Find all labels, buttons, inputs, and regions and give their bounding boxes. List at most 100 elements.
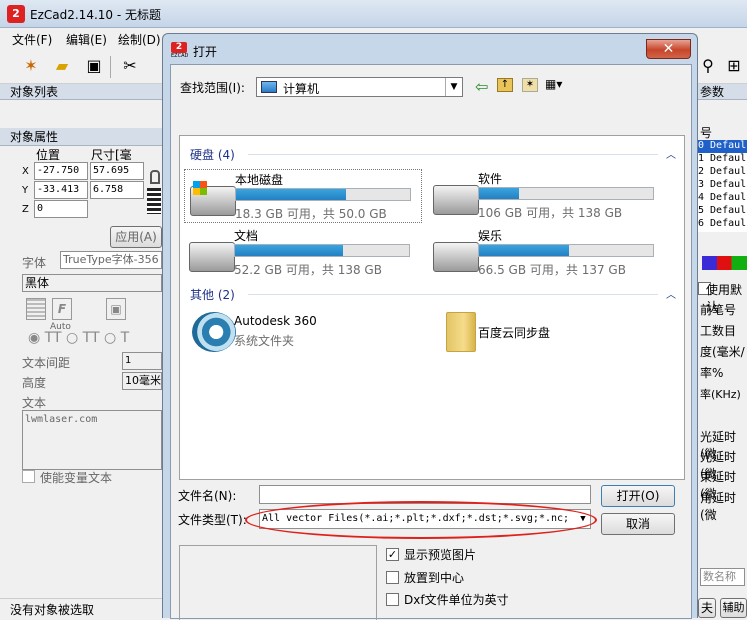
font-settings-icon[interactable]: F	[52, 298, 72, 320]
look-in-combo[interactable]: 计算机 ▼	[256, 77, 463, 97]
right-label-4: 率%	[700, 366, 724, 380]
drive-item[interactable]: 本地磁盘 18.3 GB 可用，共 50.0 GB	[184, 169, 422, 223]
open-button[interactable]: 打开(O)	[601, 485, 675, 507]
pen-row[interactable]: 0 Defaul	[698, 140, 747, 153]
x-pos-field[interactable]: -27.750	[34, 162, 88, 180]
app-title: EzCad2.14.10 - 无标题	[30, 8, 161, 22]
preview-pane	[179, 545, 377, 620]
dxf-inch-checkbox[interactable]	[386, 593, 399, 606]
object-list[interactable]	[0, 100, 162, 120]
computer-icon	[261, 81, 277, 93]
other-group-header[interactable]: 其他 (2)	[190, 286, 235, 303]
dialog-title: 打开	[193, 45, 218, 59]
text-orientation-radio[interactable]: ◉ TT ○ TT ○ T	[28, 330, 158, 348]
grid-icon[interactable]	[147, 188, 161, 214]
drive-name: 本地磁盘	[235, 173, 284, 187]
drive-usage-bar	[478, 187, 654, 200]
open-folder-icon[interactable]: ▰	[50, 54, 74, 78]
spacing-field[interactable]: 1	[122, 352, 162, 370]
pen-list[interactable]: 0 Defaul 1 Defaul 2 Defaul 3 Defaul 4 De…	[698, 140, 747, 232]
back-icon[interactable]: ⇦	[475, 77, 488, 96]
var-text-checkbox[interactable]	[22, 470, 35, 483]
zoom-icon[interactable]: ⚲	[696, 54, 720, 78]
drive-usage-fill	[479, 188, 520, 199]
center-checkbox[interactable]	[386, 571, 399, 584]
center-label: 放置到中心	[404, 571, 465, 585]
other-name: 百度云同步盘	[478, 326, 551, 340]
open-dialog: 2 EZCAD 打开 ✕ 查找范围(I): 计算机 ▼ ⇦ ↑ ✶ ▦▾ 硬盘 …	[162, 33, 698, 620]
other-item[interactable]: 百度云同步盘	[428, 308, 666, 356]
y-size-field[interactable]: 6.758	[90, 181, 144, 199]
apply-button[interactable]: 应用(A)	[110, 226, 162, 248]
right-label-2: 工数目	[700, 324, 737, 338]
file-browser[interactable]: 硬盘 (4) ︿ 本地磁盘 18.3 GB 可用，共 50.0 GB 软件 10…	[179, 135, 685, 480]
pen-row[interactable]: 6 Defaul	[698, 218, 747, 231]
other-sub: 系统文件夹	[234, 334, 295, 348]
other-name: Autodesk 360	[234, 314, 317, 328]
pen-row[interactable]: 1 Defaul	[698, 153, 747, 166]
other-item[interactable]: Autodesk 360 系统文件夹	[184, 308, 422, 356]
text-label: 文本	[22, 396, 47, 410]
pen-row[interactable]: 3 Defaul	[698, 179, 747, 192]
param-header: 参数	[698, 84, 747, 100]
pos-label: 位置	[36, 148, 61, 162]
text-save-icon[interactable]: ▣	[106, 298, 126, 320]
drive-item[interactable]: 软件 106 GB 可用，共 138 GB	[428, 169, 666, 223]
filetype-label: 文件类型(T):	[178, 513, 247, 527]
x-label: X	[22, 166, 29, 177]
drive-name: 软件	[478, 172, 503, 186]
drive-usage-fill	[236, 189, 347, 200]
hard-drive-icon	[433, 242, 479, 272]
look-in-dropdown-arrow-icon[interactable]: ▼	[445, 78, 462, 96]
assist-button[interactable]: 辅助	[720, 598, 747, 618]
save-icon[interactable]: ▣	[82, 54, 106, 78]
pen-row[interactable]: 5 Defaul	[698, 205, 747, 218]
new-folder-icon[interactable]: ✶	[522, 78, 538, 92]
view-menu-icon[interactable]: ▦▾	[545, 77, 573, 93]
menu-draw[interactable]: 绘制(D)	[118, 31, 161, 48]
font-label: 字体	[22, 256, 47, 270]
menu-file[interactable]: 文件(F)	[12, 31, 52, 48]
pen-row[interactable]: 2 Defaul	[698, 166, 747, 179]
text-input[interactable]: lwmlaser.com	[22, 410, 162, 470]
collapse-other-icon[interactable]: ︿	[666, 286, 676, 301]
collapse-drives-icon[interactable]: ︿	[666, 146, 676, 161]
menu-edit[interactable]: 编辑(E)	[66, 31, 107, 48]
dialog-body: 查找范围(I): 计算机 ▼ ⇦ ↑ ✶ ▦▾ 硬盘 (4) ︿ 本地磁盘 18…	[170, 64, 692, 620]
dialog-logo-icon: 2	[171, 42, 187, 53]
new-wand-icon[interactable]: ✶	[19, 54, 43, 78]
autodesk-360-icon	[192, 312, 236, 352]
cut-icon[interactable]: ✂	[118, 54, 142, 78]
drive-usage-bar	[234, 244, 410, 257]
x-size-field[interactable]: 57.695	[90, 162, 144, 180]
show-preview-checkbox[interactable]: ✓	[386, 548, 399, 561]
windows-logo-icon	[193, 181, 207, 195]
font-name-select[interactable]: 黑体	[22, 274, 162, 292]
right-label-1: 前笔号	[700, 303, 737, 317]
right-left-button[interactable]: 夫	[698, 598, 716, 618]
filename-label: 文件名(N):	[178, 489, 237, 503]
cancel-button[interactable]: 取消	[601, 513, 675, 535]
drive-item[interactable]: 娱乐 66.5 GB 可用，共 137 GB	[428, 226, 666, 280]
drives-group-line	[248, 154, 658, 155]
up-folder-icon[interactable]: ↑	[497, 78, 513, 92]
color-swatches[interactable]	[702, 256, 747, 270]
y-pos-field[interactable]: -33.413	[34, 181, 88, 199]
drive-item[interactable]: 文档 52.2 GB 可用，共 138 GB	[184, 226, 422, 280]
text-align-icon[interactable]	[26, 298, 46, 320]
param-name-field[interactable]: 数名称	[700, 568, 745, 586]
drives-group-header[interactable]: 硬盘 (4)	[190, 146, 235, 163]
hard-drive-icon	[189, 242, 235, 272]
zoom-fit-icon[interactable]: ⊞	[722, 54, 746, 78]
close-button[interactable]: ✕	[646, 39, 691, 59]
left-panel: 对象列表 对象属性 位置 尺寸[毫 X Y Z -27.750 -33.413 …	[0, 84, 162, 598]
height-field[interactable]: 10毫米	[122, 372, 162, 390]
drive-info: 18.3 GB 可用，共 50.0 GB	[235, 207, 387, 221]
pen-row[interactable]: 4 Defaul	[698, 192, 747, 205]
object-list-header: 对象列表	[0, 84, 162, 100]
font-type-field[interactable]: TrueType字体-356	[60, 251, 162, 269]
z-pos-field[interactable]: 0	[34, 200, 88, 218]
drive-usage-fill	[479, 245, 569, 256]
drive-name: 文档	[234, 229, 259, 243]
lock-icon[interactable]	[150, 170, 160, 184]
